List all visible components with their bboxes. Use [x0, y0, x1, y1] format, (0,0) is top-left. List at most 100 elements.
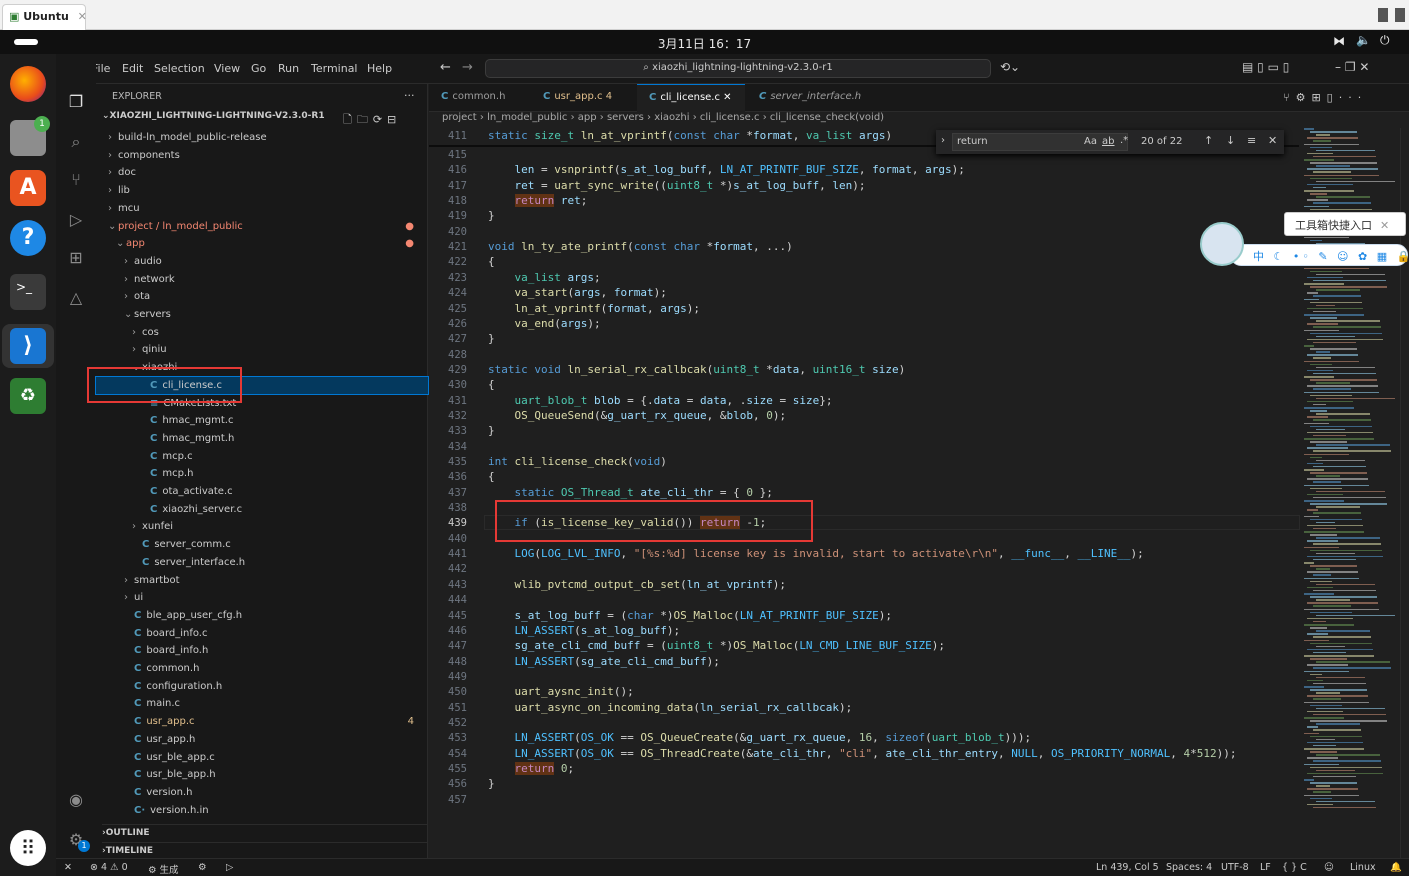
code-line[interactable]: uart_async_on_incoming_data(ln_serial_rx…	[488, 701, 853, 714]
code-line[interactable]: }	[488, 777, 495, 790]
code-line[interactable]: va_end(args);	[488, 317, 601, 330]
search-icon[interactable]: ⌕	[66, 132, 86, 152]
notifications-bell-icon[interactable]: 🔔	[1390, 862, 1402, 873]
tree-file[interactable]: Cusr_ble_app.h	[96, 766, 428, 783]
close-icon[interactable]: ✕	[1380, 219, 1389, 232]
code-line[interactable]: static void ln_serial_rx_callbcak(uint8_…	[488, 363, 905, 376]
tree-file[interactable]: Cserver_interface.h	[96, 554, 428, 571]
code-line[interactable]: LN_ASSERT(sg_ate_cli_cmd_buff);	[488, 655, 720, 668]
code-line[interactable]: ret = uart_sync_write((uint8_t *)s_at_lo…	[488, 179, 866, 192]
tree-folder[interactable]: › audio	[96, 253, 428, 270]
ime-mascot-icon[interactable]	[1200, 222, 1244, 266]
forward-arrow-icon[interactable]: →	[462, 60, 473, 75]
tree-file[interactable]: Cusr_app.h	[96, 731, 428, 748]
tree-folder[interactable]: ⌄ project / ln_model_public ●	[96, 218, 428, 235]
tree-file[interactable]: Cserver_comm.c	[96, 536, 428, 553]
tree-folder[interactable]: › mcu	[96, 200, 428, 217]
firefox-icon[interactable]	[10, 66, 46, 102]
source-control-icon[interactable]: ⑂	[66, 170, 86, 190]
explorer-toolbar-icons[interactable]: 🗋🗀⟳⊟	[343, 111, 401, 130]
code-line[interactable]: ln_at_vprintf(format, args);	[488, 302, 700, 315]
menu-edit[interactable]: Edit	[122, 62, 143, 75]
command-center-search[interactable]: ⌕ xiaozhi_lightning-lightning-v2.3.0-r1	[485, 59, 991, 78]
vm-tab[interactable]: ▣ Ubuntu ✕	[2, 4, 87, 30]
tree-file[interactable]: Cmcp.h	[96, 465, 428, 482]
terminal-icon[interactable]: >_	[10, 274, 46, 310]
code-line[interactable]: wlib_pvtcmd_output_cb_set(ln_at_vprintf)…	[488, 578, 787, 591]
tree-folder[interactable]: › doc	[96, 164, 428, 181]
copilot-icon[interactable]: ⟲⌄	[1000, 60, 1020, 74]
outline-section[interactable]: ›OUTLINE	[102, 824, 428, 838]
tree-file[interactable]: Cota_activate.c	[96, 483, 428, 500]
find-in-selection-icon[interactable]: ≡	[1247, 134, 1256, 147]
window-controls[interactable]: – ❐ ✕	[1335, 60, 1369, 74]
remote-indicator-icon[interactable]: ✕	[64, 862, 72, 873]
language-mode[interactable]: { } C	[1282, 862, 1307, 873]
editor-actions-icons[interactable]: ⑂⚙⊞▯···	[1283, 91, 1367, 104]
menu-view[interactable]: View	[214, 62, 240, 75]
code-line[interactable]: void ln_ty_ate_printf(const char *format…	[488, 240, 793, 253]
window-control-icon[interactable]	[1395, 8, 1405, 22]
menu-terminal[interactable]: Terminal	[311, 62, 358, 75]
tab-usr-app-c[interactable]: Cusr_app.c 4	[531, 84, 635, 112]
show-apps-icon[interactable]: ⠿	[10, 830, 46, 866]
tree-file[interactable]: Cboard_info.c	[96, 625, 428, 642]
code-line[interactable]: LN_ASSERT(s_at_log_buff);	[488, 624, 681, 637]
explorer-icon[interactable]: ❐	[66, 92, 86, 112]
code-line[interactable]: LOG(LOG_LVL_INFO, "[%s:%d] license key i…	[488, 547, 1144, 560]
code-line[interactable]: sg_ate_cli_cmd_buff = (uint8_t *)OS_Mall…	[488, 639, 946, 652]
previous-match-icon[interactable]: ↑	[1204, 134, 1213, 147]
tab-server-interface-h[interactable]: Cserver_interface.h	[747, 84, 877, 112]
tree-folder[interactable]: › components	[96, 147, 428, 164]
regex-icon[interactable]: .*	[1120, 135, 1128, 146]
end-of-line[interactable]: LF	[1260, 862, 1271, 873]
back-arrow-icon[interactable]: ←	[440, 60, 451, 75]
code-line[interactable]: return 0;	[488, 762, 574, 775]
code-line[interactable]: LN_ASSERT(OS_OK == OS_QueueCreate(&g_uar…	[488, 731, 1032, 744]
tree-file[interactable]: Cble_app_user_cfg.h	[96, 607, 428, 624]
tree-file[interactable]: Chmac_mgmt.h	[96, 430, 428, 447]
timeline-section[interactable]: ›TIMELINE	[102, 842, 428, 856]
toggle-replace-icon[interactable]: ›	[941, 135, 945, 146]
tree-folder[interactable]: › network	[96, 271, 428, 288]
ime-toolbar[interactable]: 中 ☾ •◦ ✎ ☺ ✿ ▦ 🔒	[1230, 244, 1409, 266]
menu-help[interactable]: Help	[367, 62, 392, 75]
tree-folder[interactable]: › smartbot	[96, 572, 428, 589]
encoding[interactable]: UTF-8	[1221, 862, 1249, 873]
breadcrumb-item[interactable]: servers	[607, 112, 644, 123]
debug-icon[interactable]: ⚙	[198, 862, 207, 873]
tree-folder[interactable]: ⌄ app ●	[96, 235, 428, 252]
workspace-root[interactable]: ⌄XIAOZHI_LIGHTNING-LIGHTNING-V2.3.0-R1	[102, 111, 325, 121]
code-line[interactable]: {	[488, 255, 495, 268]
tree-file[interactable]: Cmcp.c	[96, 448, 428, 465]
tree-folder[interactable]: › lib	[96, 182, 428, 199]
code-line[interactable]: }	[488, 424, 495, 437]
close-icon[interactable]: ✕	[723, 92, 731, 103]
cursor-position[interactable]: Ln 439, Col 5	[1096, 862, 1159, 873]
tree-file[interactable]: Cxiaozhi_server.c	[96, 501, 428, 518]
close-icon[interactable]: ✕	[78, 10, 87, 23]
app-center-icon[interactable]: A	[10, 170, 46, 206]
menu-run[interactable]: Run	[278, 62, 299, 75]
whole-word-icon[interactable]: ab	[1102, 136, 1114, 147]
breadcrumb-item[interactable]: project	[442, 112, 477, 123]
help-icon[interactable]: ?	[10, 220, 46, 256]
power-icon[interactable]: ⏻	[1380, 33, 1390, 48]
code-line[interactable]: return ret;	[488, 194, 587, 208]
menu-go[interactable]: Go	[251, 62, 266, 75]
tree-file[interactable]: Chmac_mgmt.c	[96, 412, 428, 429]
tree-file[interactable]: Cversion.h	[96, 784, 428, 801]
code-line[interactable]: }	[488, 209, 495, 222]
breadcrumb-item[interactable]: app	[578, 112, 597, 123]
code-line[interactable]: va_list args;	[488, 271, 601, 284]
menu-selection[interactable]: Selection	[154, 62, 205, 75]
tree-file[interactable]: Cconfiguration.h	[96, 678, 428, 695]
toolbox-label[interactable]: 工具箱快捷入口 ✕	[1284, 212, 1406, 236]
tree-file[interactable]: Ccommon.h	[96, 660, 428, 677]
tree-folder[interactable]: › qiniu	[96, 341, 428, 358]
tree-file[interactable]: Cboard_info.h	[96, 642, 428, 659]
network-icon[interactable]: ⧓	[1333, 34, 1345, 48]
code-line[interactable]: s_at_log_buff = (char *)OS_Malloc(LN_AT_…	[488, 609, 893, 622]
code-line[interactable]: {	[488, 470, 495, 483]
tree-folder[interactable]: › ui	[96, 589, 428, 606]
